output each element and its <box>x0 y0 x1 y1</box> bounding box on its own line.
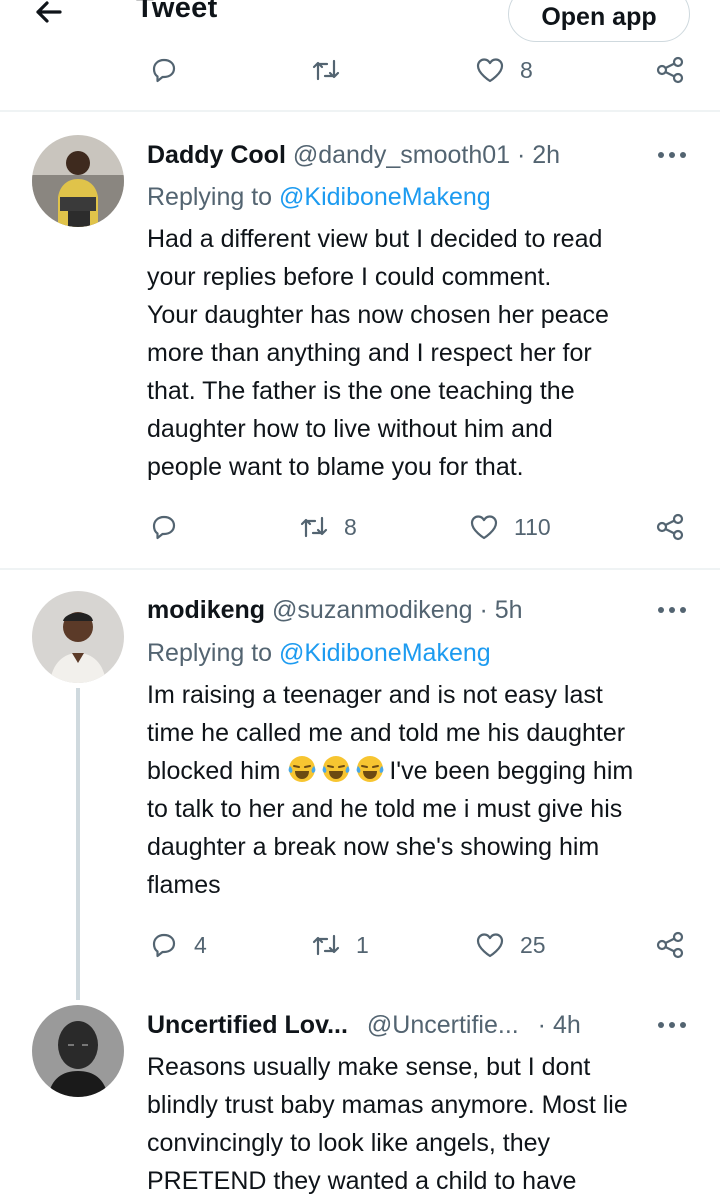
laughing-crying-emoji-icon <box>356 756 384 782</box>
reply-button[interactable] <box>148 507 180 547</box>
share-button[interactable] <box>654 925 686 965</box>
heart-icon <box>470 515 498 540</box>
share-button[interactable] <box>654 507 686 547</box>
retweet-button[interactable]: 8 <box>298 507 357 547</box>
like-button[interactable]: 8 <box>474 50 533 90</box>
share-icon <box>656 56 684 84</box>
avatar[interactable] <box>32 591 124 683</box>
text-line: Im raising a teenager and is not easy la… <box>147 681 603 709</box>
text-line: blocked him I've been begging him <box>147 752 697 790</box>
like-button[interactable]: 110 <box>468 507 551 547</box>
top-bar: Tweet Open app <box>0 0 720 42</box>
avatar-image <box>32 135 124 227</box>
avatar-image <box>32 1005 124 1097</box>
replying-to-link[interactable]: @KidiboneMakeng <box>279 639 491 667</box>
reply-icon <box>152 933 176 958</box>
text-line: convincingly to look like angels, they <box>147 1129 551 1157</box>
display-name[interactable]: Uncertified Lov... <box>147 1011 348 1039</box>
retweet-button[interactable] <box>310 50 342 90</box>
reply-button[interactable]: 4 <box>148 925 207 965</box>
handle[interactable]: @suzanmodikeng <box>272 596 473 624</box>
reply-icon <box>152 515 176 540</box>
like-button[interactable]: 25 <box>474 925 546 965</box>
text-line: time he called me and told me his daught… <box>147 719 626 747</box>
laughing-crying-emoji-icon <box>322 756 350 782</box>
tweet-actions: 8 110 <box>0 507 720 547</box>
text-line: flames <box>147 871 221 899</box>
text-segment: I've been begging him <box>389 757 634 785</box>
back-button[interactable] <box>30 0 70 34</box>
replying-to: Replying to @KidiboneMakeng <box>147 638 491 668</box>
retweet-icon <box>312 59 340 81</box>
replying-to-link[interactable]: @KidiboneMakeng <box>279 183 491 211</box>
tweet-actions: 4 1 25 <box>0 925 720 965</box>
more-options-icon[interactable] <box>658 152 688 162</box>
retweet-icon <box>312 934 340 956</box>
retweet-button[interactable]: 1 <box>310 925 369 965</box>
text-line: blindly trust baby mamas anymore. Most l… <box>147 1091 628 1119</box>
separator: · <box>479 596 488 624</box>
text-line: daughter a break now she's showing him <box>147 833 600 861</box>
text-line: Had a different view but I decided to re… <box>147 225 603 253</box>
tweet-text: Had a different view but I decided to re… <box>147 220 697 486</box>
share-button[interactable] <box>654 50 686 90</box>
handle[interactable]: @dandy_smooth01 <box>293 141 510 169</box>
timestamp[interactable]: 2h <box>532 141 560 169</box>
reply-button[interactable] <box>148 50 180 90</box>
arrow-left-icon <box>36 1 62 23</box>
heart-icon <box>476 58 504 83</box>
retweet-icon <box>300 516 328 538</box>
text-line: daughter how to live without him and <box>147 415 553 443</box>
heart-icon <box>476 933 504 958</box>
retweet-count: 8 <box>344 513 357 540</box>
text-line: that. The father is the one teaching the <box>147 377 575 405</box>
text-line: people want to blame you for that. <box>147 453 524 481</box>
display-name[interactable]: modikeng <box>147 596 265 624</box>
avatar[interactable] <box>32 1005 124 1097</box>
tweet-text: Reasons usually make sense, but I dont b… <box>147 1048 697 1197</box>
laughing-crying-emoji-icon <box>288 756 316 782</box>
text-line: to talk to her and he told me i must giv… <box>147 795 623 823</box>
text-line: your replies before I could comment. <box>147 263 552 291</box>
tweet-header: Uncertified Lov... @Uncertifie... · 4h <box>147 1010 690 1040</box>
like-count: 25 <box>520 931 546 958</box>
reply-count: 4 <box>194 931 207 958</box>
text-segment: blocked him <box>147 757 288 785</box>
open-app-button[interactable]: Open app <box>508 0 690 42</box>
share-icon <box>656 513 684 541</box>
avatar-image <box>32 591 124 683</box>
timestamp[interactable]: 5h <box>495 596 523 624</box>
retweet-count: 1 <box>356 931 369 958</box>
more-options-icon[interactable] <box>658 1022 688 1032</box>
page-title: Tweet <box>136 0 218 24</box>
handle[interactable]: @Uncertifie... <box>367 1011 519 1039</box>
separator: · <box>517 141 526 169</box>
reply-tweet[interactable]: Uncertified Lov... @Uncertifie... · 4h R… <box>0 1000 720 1197</box>
replying-to: Replying to @KidiboneMakeng <box>147 182 491 212</box>
tweet-text: Im raising a teenager and is not easy la… <box>147 676 697 904</box>
tweet-header: Daddy Cool @dandy_smooth01 · 2h <box>147 140 690 170</box>
like-count: 110 <box>514 513 551 540</box>
separator: · <box>537 1011 546 1039</box>
reply-icon <box>152 58 176 83</box>
previous-tweet-actions: 8 <box>0 50 720 94</box>
text-line: Your daughter has now chosen her peace <box>147 301 609 329</box>
text-line: more than anything and I respect her for <box>147 339 592 367</box>
text-line: PRETEND they wanted a child to have <box>147 1167 577 1195</box>
share-icon <box>656 931 684 959</box>
replying-to-label: Replying to <box>147 639 273 667</box>
more-options-icon[interactable] <box>658 607 688 617</box>
like-count: 8 <box>520 56 533 83</box>
text-line: Reasons usually make sense, but I dont <box>147 1053 591 1081</box>
reply-tweet[interactable]: Daddy Cool @dandy_smooth01 · 2h Replying… <box>0 111 720 568</box>
tweet-header: modikeng @suzanmodikeng · 5h <box>147 595 690 625</box>
avatar[interactable] <box>32 135 124 227</box>
replying-to-label: Replying to <box>147 183 273 211</box>
timestamp[interactable]: 4h <box>553 1011 581 1039</box>
display-name[interactable]: Daddy Cool <box>147 141 286 169</box>
reply-tweet[interactable]: modikeng @suzanmodikeng · 5h Replying to… <box>0 569 720 999</box>
